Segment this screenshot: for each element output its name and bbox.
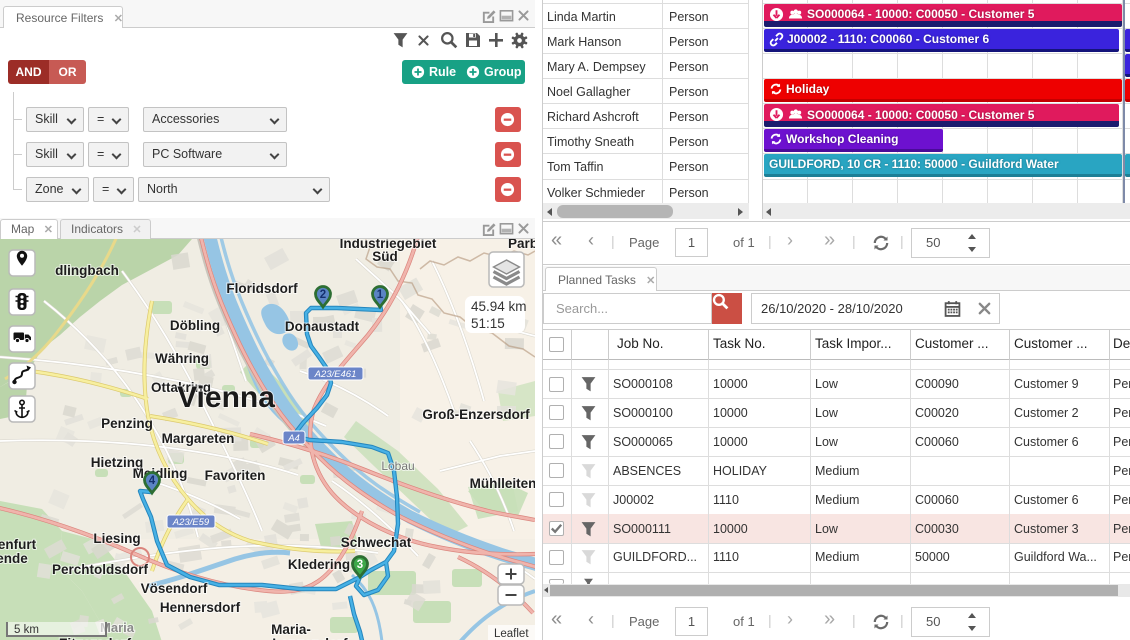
svg-text:Schwechat: Schwechat	[341, 535, 412, 550]
svg-text:51:15: 51:15	[471, 316, 505, 331]
svg-text:Mühlleiten: Mühlleiten	[470, 476, 535, 491]
svg-text:5 km: 5 km	[14, 624, 39, 636]
svg-text:Vienna: Vienna	[177, 381, 275, 414]
svg-text:3: 3	[357, 559, 363, 571]
svg-text:Favoriten: Favoriten	[205, 468, 266, 483]
svg-text:Floridsdorf: Floridsdorf	[226, 281, 298, 296]
svg-text:Margareten: Margareten	[162, 431, 235, 446]
svg-text:Leaflet: Leaflet	[494, 628, 529, 640]
svg-text:Donaustadt: Donaustadt	[285, 319, 360, 334]
svg-text:Vösendorf: Vösendorf	[141, 581, 208, 596]
svg-text:ende: ende	[0, 551, 28, 566]
svg-text:enfurt: enfurt	[0, 537, 37, 552]
svg-text:Lobau: Lobau	[381, 459, 414, 473]
svg-text:A23/E461: A23/E461	[314, 369, 357, 380]
svg-text:2: 2	[320, 289, 326, 301]
svg-text:4: 4	[149, 475, 156, 487]
svg-text:Döbling: Döbling	[170, 318, 220, 333]
svg-text:Kledering: Kledering	[288, 557, 350, 572]
svg-text:Hennersdorf: Hennersdorf	[160, 600, 241, 615]
svg-text:Liesing: Liesing	[93, 531, 140, 546]
svg-text:45.94 km: 45.94 km	[471, 299, 527, 314]
svg-text:Parb: Parb	[508, 239, 535, 251]
svg-text:Groß-Enzersdorf: Groß-Enzersdorf	[422, 407, 530, 422]
svg-text:Perchtoldsdorf: Perchtoldsdorf	[52, 562, 149, 577]
svg-text:1: 1	[377, 289, 384, 301]
svg-text:Süd: Süd	[372, 249, 398, 264]
svg-text:Lanzendorf: Lanzendorf	[272, 635, 348, 640]
svg-text:Penzing: Penzing	[101, 416, 153, 431]
svg-text:A23/E59: A23/E59	[172, 517, 210, 528]
svg-text:dlingbach: dlingbach	[55, 263, 119, 278]
svg-text:A4: A4	[287, 433, 300, 444]
svg-text:Währing: Währing	[155, 351, 209, 366]
